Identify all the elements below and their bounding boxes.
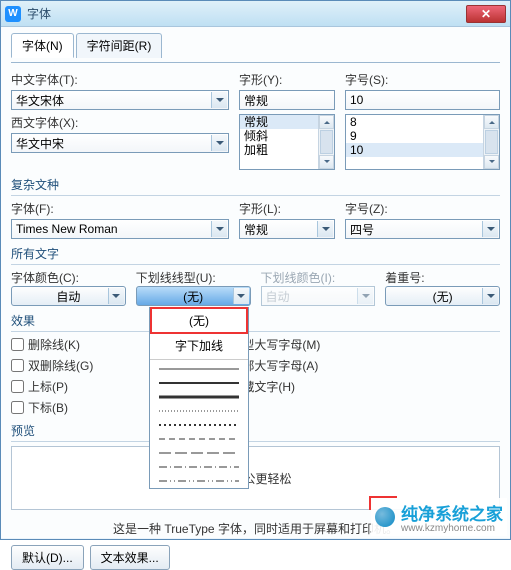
- west-font-label: 西文字体(X):: [11, 114, 229, 131]
- effects-group: 效果: [11, 312, 500, 332]
- chevron-down-icon: [357, 288, 373, 304]
- watermark-icon: [375, 507, 395, 527]
- emphasis-value: (无): [433, 288, 453, 305]
- superscript-label: 上标(P): [28, 378, 68, 395]
- underline-value: (无): [183, 288, 203, 305]
- checkbox-input[interactable]: [11, 338, 24, 351]
- watermark-name: 纯净系统之家: [401, 505, 503, 524]
- west-font-combo[interactable]: 华文中宋: [11, 133, 229, 153]
- list-item[interactable]: 10: [346, 143, 499, 157]
- scrollbar[interactable]: [318, 115, 334, 169]
- subscript-label: 下标(B): [28, 399, 68, 416]
- dropdown-line-dotted-thick[interactable]: [150, 418, 248, 432]
- style-value: 常规: [244, 92, 268, 109]
- chevron-down-icon: [482, 288, 498, 304]
- dropdown-item-none[interactable]: (无): [150, 307, 248, 334]
- dropdown-line-thin[interactable]: [150, 362, 248, 376]
- scroll-thumb[interactable]: [485, 130, 498, 154]
- scrollbar[interactable]: [483, 115, 499, 169]
- font-color-combo[interactable]: 自动: [11, 286, 126, 306]
- dropdown-line-long-dash[interactable]: [150, 446, 248, 460]
- strike-checkbox[interactable]: 删除线(K): [11, 336, 93, 353]
- dropdown-line-dotted[interactable]: [150, 404, 248, 418]
- scroll-down-icon[interactable]: [484, 155, 499, 169]
- dropdown-line-dash-dot[interactable]: [150, 460, 248, 474]
- style-label: 字形(Y):: [239, 71, 335, 88]
- chevron-down-icon: [108, 288, 124, 304]
- preview-group: 预览: [11, 422, 500, 442]
- text-effect-button[interactable]: 文本效果...: [90, 545, 170, 570]
- font-f-label: 字体(F):: [11, 200, 229, 217]
- size-z-label: 字号(Z):: [345, 200, 500, 217]
- underline-type-label: 下划线线型(U):: [136, 271, 216, 285]
- chevron-down-icon: [211, 135, 227, 151]
- close-button[interactable]: ✕: [466, 5, 506, 23]
- style-listbox[interactable]: 常规 倾斜 加粗: [239, 114, 335, 170]
- cn-font-combo[interactable]: 华文宋体: [11, 90, 229, 110]
- underline-color-label: 下划线颜色(I):: [261, 271, 336, 285]
- size-z-value: 四号: [350, 221, 374, 238]
- chevron-down-icon: [482, 221, 498, 237]
- window-title: 字体: [27, 5, 466, 22]
- emphasis-label: 着重号:: [385, 271, 424, 285]
- underline-color-value: 自动: [266, 288, 290, 305]
- checkbox-input[interactable]: [11, 380, 24, 393]
- dropdown-line-dash[interactable]: [150, 432, 248, 446]
- size-z-combo[interactable]: 四号: [345, 219, 500, 239]
- font-f-value: Times New Roman: [16, 222, 118, 236]
- chevron-down-icon: [233, 288, 249, 304]
- list-item[interactable]: 8: [346, 115, 499, 129]
- dropdown-line-thick[interactable]: [150, 390, 248, 404]
- font-f-combo[interactable]: Times New Roman: [11, 219, 229, 239]
- cn-font-label: 中文字体(T):: [11, 71, 229, 88]
- dbl-strike-label: 双删除线(G): [28, 357, 93, 374]
- checkbox-input[interactable]: [11, 401, 24, 414]
- style-l-combo[interactable]: 常规: [239, 219, 335, 239]
- app-icon: W: [5, 6, 21, 22]
- dropdown-item-words-only[interactable]: 字下加线: [150, 334, 248, 357]
- scroll-thumb[interactable]: [320, 130, 333, 154]
- style-l-label: 字形(L):: [239, 200, 335, 217]
- font-dialog: W 字体 ✕ 字体(N) 字符间距(R) 中文字体(T): 华文宋体 字形(Y)…: [0, 0, 511, 540]
- style-combo[interactable]: 常规: [239, 90, 335, 110]
- scroll-up-icon[interactable]: [484, 115, 499, 129]
- chevron-down-icon: [317, 221, 333, 237]
- tab-spacing[interactable]: 字符间距(R): [76, 33, 163, 58]
- tab-strip: 字体(N) 字符间距(R): [11, 33, 500, 58]
- strike-label: 删除线(K): [28, 336, 80, 353]
- cn-font-value: 华文宋体: [16, 92, 64, 109]
- superscript-checkbox[interactable]: 上标(P): [11, 378, 93, 395]
- dbl-strike-checkbox[interactable]: 双删除线(G): [11, 357, 93, 374]
- scroll-up-icon[interactable]: [319, 115, 334, 129]
- titlebar: W 字体 ✕: [1, 1, 510, 27]
- watermark: 纯净系统之家 www.kzmyhome.com: [371, 498, 507, 536]
- scroll-down-icon[interactable]: [319, 155, 334, 169]
- list-item[interactable]: 9: [346, 129, 499, 143]
- chevron-down-icon: [211, 92, 227, 108]
- all-text-group: 所有文字: [11, 245, 500, 265]
- subscript-checkbox[interactable]: 下标(B): [11, 399, 93, 416]
- emphasis-combo[interactable]: (无): [385, 286, 500, 306]
- watermark-url: www.kzmyhome.com: [401, 523, 503, 534]
- checkbox-input[interactable]: [11, 359, 24, 372]
- size-label: 字号(S):: [345, 71, 500, 88]
- style-l-value: 常规: [244, 221, 268, 238]
- tab-font[interactable]: 字体(N): [11, 33, 74, 58]
- underline-type-combo[interactable]: (无): [136, 286, 251, 306]
- dropdown-line-dash-dot-dot[interactable]: [150, 474, 248, 488]
- dropdown-line-medium[interactable]: [150, 376, 248, 390]
- size-value: 10: [350, 93, 363, 107]
- chevron-down-icon: [211, 221, 227, 237]
- complex-scripts-group: 复杂文种: [11, 176, 500, 196]
- font-color-value: 自动: [56, 288, 80, 305]
- underline-dropdown[interactable]: (无) 字下加线: [149, 307, 249, 489]
- west-font-value: 华文中宋: [16, 135, 64, 152]
- default-button[interactable]: 默认(D)...: [11, 545, 84, 570]
- size-combo[interactable]: 10: [345, 90, 500, 110]
- size-listbox[interactable]: 8 9 10: [345, 114, 500, 170]
- underline-color-combo: 自动: [261, 286, 376, 306]
- font-color-label: 字体颜色(C):: [11, 271, 79, 285]
